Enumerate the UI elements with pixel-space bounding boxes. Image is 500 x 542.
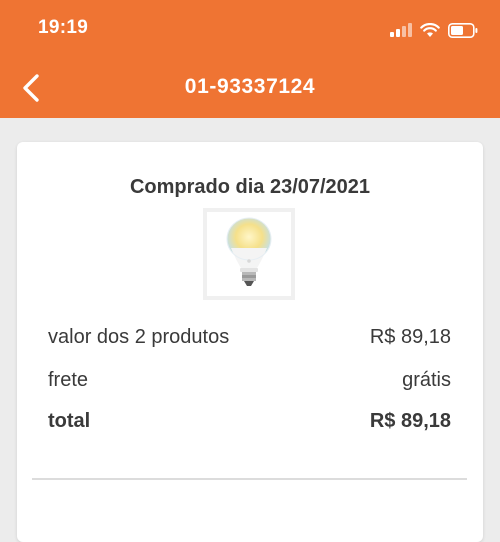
cellular-signal-icon [390, 23, 412, 37]
shipping-label: frete [48, 369, 89, 391]
app-header: 19:19 01-93337124 [0, 0, 500, 118]
battery-icon [448, 22, 478, 38]
order-summary-card: Comprado dia 23/07/2021 valor dos 2 prod… [17, 142, 483, 542]
products-value-row: valor dos 2 produtos R$ 89,18 [48, 326, 451, 349]
shipping-value: grátis [402, 369, 451, 391]
shipping-row: frete grátis [48, 369, 451, 392]
product-image[interactable] [203, 208, 295, 300]
page-title: 01-93337124 [184, 75, 316, 98]
status-icons [390, 18, 478, 42]
wifi-icon [420, 22, 440, 37]
status-time: 19:19 [38, 17, 89, 38]
purchase-date: Comprado dia 23/07/2021 [129, 176, 371, 198]
products-value-label: valor dos 2 produtos [48, 326, 230, 348]
divider [32, 478, 467, 480]
products-value-amount: R$ 89,18 [369, 326, 451, 348]
total-value: R$ 89,18 [369, 410, 451, 432]
total-label: total [48, 410, 91, 432]
light-bulb-icon [226, 217, 272, 286]
total-row: total R$ 89,18 [48, 410, 451, 433]
